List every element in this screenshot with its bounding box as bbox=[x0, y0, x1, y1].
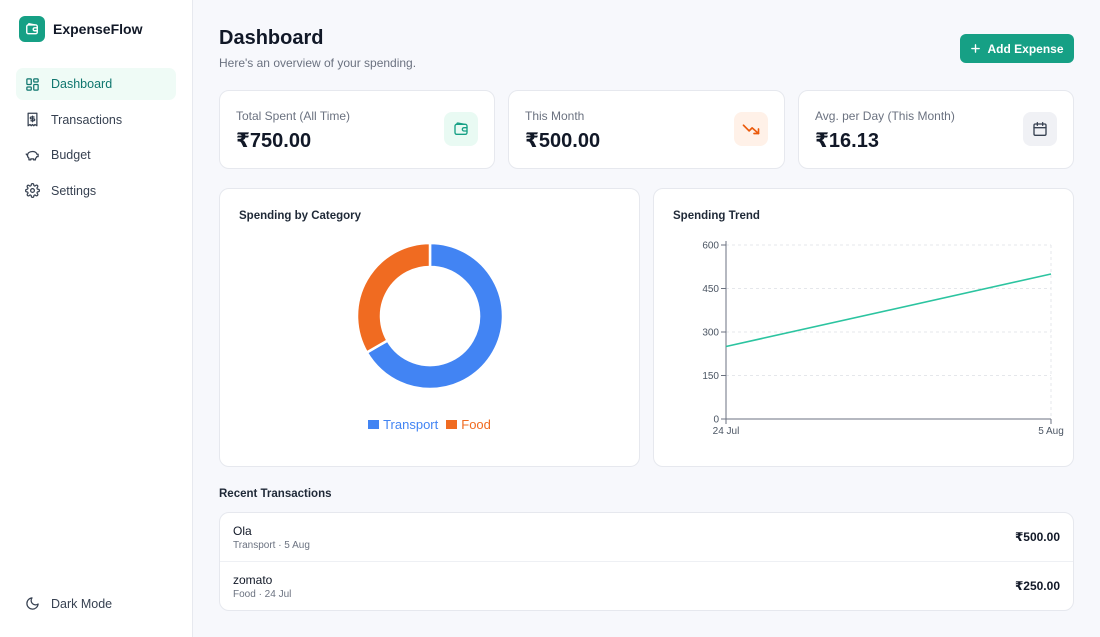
sidebar-item-label: Budget bbox=[51, 148, 91, 162]
moon-icon bbox=[26, 597, 39, 610]
add-expense-button[interactable]: Add Expense bbox=[960, 34, 1074, 63]
receipt-icon bbox=[27, 112, 38, 127]
page-subtitle: Here's an overview of your spending. bbox=[219, 56, 417, 70]
brand[interactable]: ExpenseFlow bbox=[19, 16, 142, 42]
transaction-amount: ₹500.00 bbox=[1014, 530, 1060, 544]
recent-transactions-list: Ola Transport · 5 Aug ₹500.00 zomato Foo… bbox=[219, 512, 1074, 611]
transaction-meta: Food · 24 Jul bbox=[233, 589, 292, 600]
wallet-logo-icon bbox=[19, 16, 45, 42]
category-chart-card: Spending by Category Transport Food bbox=[219, 188, 640, 467]
page-title: Dashboard bbox=[219, 27, 324, 49]
stat-label: This Month bbox=[525, 109, 585, 123]
transaction-name: Ola bbox=[233, 524, 252, 538]
wallet-icon bbox=[444, 112, 478, 146]
y-tick-label: 450 bbox=[702, 284, 719, 295]
stat-value: ₹16.13 bbox=[815, 130, 879, 152]
stat-value: ₹500.00 bbox=[525, 130, 601, 152]
sidebar-item-transactions[interactable]: Transactions bbox=[16, 104, 176, 136]
dashboard-icon bbox=[26, 77, 39, 91]
plus-icon bbox=[971, 44, 981, 53]
transaction-meta: Transport · 5 Aug bbox=[233, 540, 310, 551]
sidebar-item-dashboard[interactable]: Dashboard bbox=[16, 68, 176, 100]
y-tick-label: 600 bbox=[702, 241, 719, 252]
legend-label: Food bbox=[461, 417, 491, 432]
dark-mode-label: Dark Mode bbox=[51, 596, 113, 611]
transaction-name: zomato bbox=[233, 573, 273, 587]
dark-mode-toggle[interactable]: Dark Mode bbox=[25, 596, 112, 611]
stat-value: ₹750.00 bbox=[236, 130, 312, 152]
stat-label: Avg. per Day (This Month) bbox=[815, 109, 955, 123]
legend-label: Transport bbox=[383, 417, 439, 432]
table-row[interactable]: zomato Food · 24 Jul ₹250.00 bbox=[220, 562, 1073, 611]
sidebar-item-budget[interactable]: Budget bbox=[16, 139, 176, 171]
legend-swatch bbox=[446, 420, 458, 429]
category-chart-title: Spending by Category bbox=[239, 210, 362, 222]
sidebar: ExpenseFlow Dashboard Transactions Budge… bbox=[0, 0, 193, 637]
x-tick-label: 24 Jul bbox=[713, 426, 740, 437]
stat-label: Total Spent (All Time) bbox=[236, 109, 351, 123]
piggy-bank-icon bbox=[25, 150, 39, 160]
sidebar-item-label: Settings bbox=[51, 183, 97, 198]
legend-item[interactable]: Transport bbox=[368, 417, 438, 432]
legend-swatch bbox=[368, 420, 380, 429]
category-legend: Transport Food bbox=[220, 417, 639, 432]
legend-item[interactable]: Food bbox=[446, 417, 491, 432]
gear-icon bbox=[25, 183, 40, 198]
app-name: ExpenseFlow bbox=[53, 21, 143, 37]
trend-series-line[interactable] bbox=[725, 273, 1052, 348]
sidebar-item-label: Transactions bbox=[51, 112, 123, 127]
sidebar-item-settings[interactable]: Settings bbox=[16, 175, 176, 207]
table-row[interactable]: Ola Transport · 5 Aug ₹500.00 bbox=[220, 513, 1073, 562]
y-tick-label: 150 bbox=[702, 371, 719, 382]
stat-card-avg-per-day: Avg. per Day (This Month) ₹16.13 bbox=[798, 90, 1074, 169]
y-tick-label: 0 bbox=[713, 415, 719, 426]
y-tick-label: 300 bbox=[702, 328, 719, 339]
sidebar-item-label: Dashboard bbox=[51, 77, 113, 91]
trend-line-chart: 0 150 300 450 600 24 Jul 5 Aug bbox=[702, 241, 1064, 438]
calendar-icon bbox=[1023, 112, 1057, 146]
stat-card-total-spent: Total Spent (All Time) ₹750.00 bbox=[219, 90, 495, 169]
trending-down-icon bbox=[734, 112, 768, 146]
category-donut-chart bbox=[355, 241, 505, 391]
x-tick-label: 5 Aug bbox=[1038, 426, 1064, 437]
transaction-amount: ₹250.00 bbox=[1014, 579, 1060, 593]
sidebar-nav: Dashboard Transactions Budget Settings bbox=[16, 68, 176, 210]
recent-transactions-title: Recent Transactions bbox=[219, 488, 332, 500]
add-expense-label: Add Expense bbox=[987, 41, 1064, 56]
donut-slice-food[interactable] bbox=[355, 241, 432, 355]
stat-card-this-month: This Month ₹500.00 bbox=[508, 90, 785, 169]
trend-chart-card: Spending Trend 0 150 300 450 600 24 Jul 5 Aug bbox=[653, 188, 1074, 467]
